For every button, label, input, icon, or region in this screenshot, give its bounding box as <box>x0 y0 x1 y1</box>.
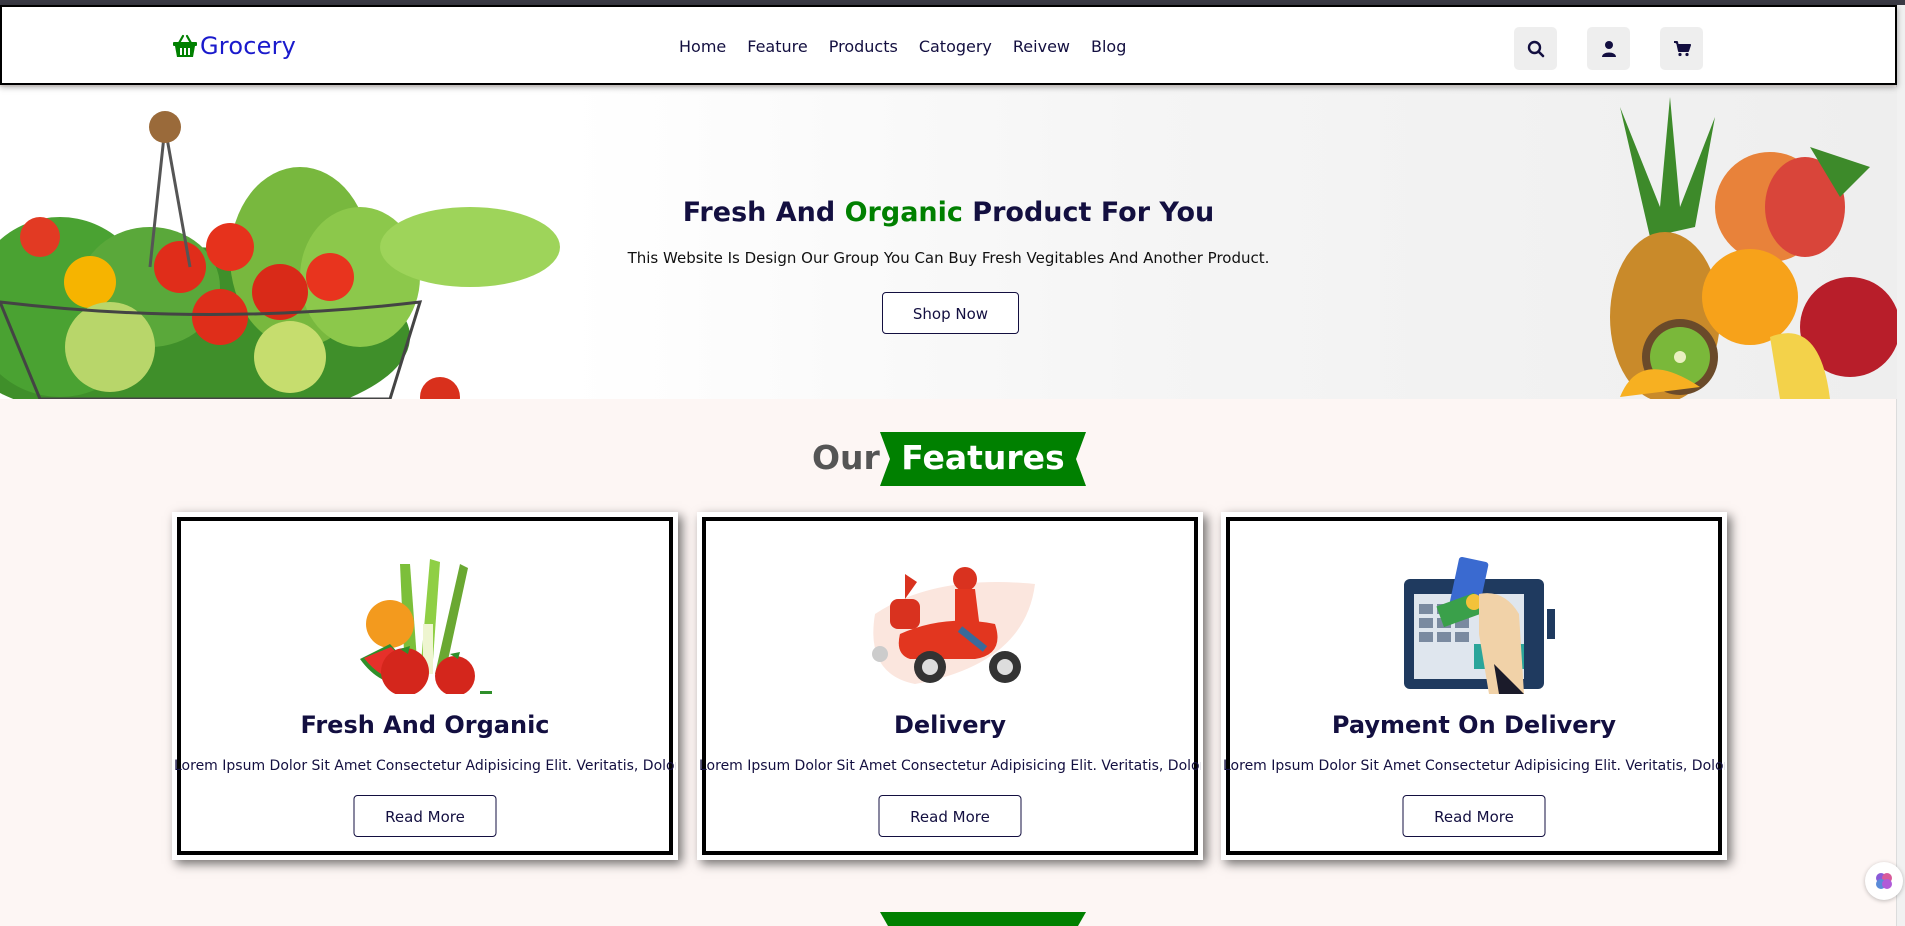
brain-icon <box>1876 873 1892 889</box>
floating-widget-button[interactable] <box>1865 862 1903 900</box>
search-button[interactable] <box>1514 27 1557 70</box>
basket-icon <box>173 34 197 57</box>
card-text: Lorem Ipsum Dolor Sit Amet Consectetur A… <box>174 758 676 774</box>
hero-title-highlight: Organic <box>844 197 963 228</box>
card-text: Lorem Ipsum Dolor Sit Amet Consectetur A… <box>1223 758 1725 774</box>
scrollbar[interactable] <box>1896 5 1905 926</box>
fresh-produce-image <box>360 559 492 694</box>
nav-feature[interactable]: Feature <box>747 37 807 56</box>
feature-card: Payment On Delivery Lorem Ipsum Dolor Si… <box>1221 512 1727 860</box>
site-header: Grocery Home Feature Products Catogery R… <box>0 5 1897 85</box>
nav-category[interactable]: Catogery <box>919 37 992 56</box>
nav-blog[interactable]: Blog <box>1091 37 1126 56</box>
read-more-button[interactable]: Read More <box>353 795 497 837</box>
card-text: Lorem Ipsum Dolor Sit Amet Consectetur A… <box>699 758 1201 774</box>
feature-card: Fresh And Organic Lorem Ipsum Dolor Sit … <box>172 512 678 860</box>
user-icon <box>1601 40 1616 57</box>
nav-products[interactable]: Products <box>829 37 898 56</box>
logo[interactable]: Grocery <box>172 32 296 60</box>
nav-home[interactable]: Home <box>679 37 726 56</box>
cart-button[interactable] <box>1660 27 1703 70</box>
card-title: Payment On Delivery <box>1331 711 1617 739</box>
search-icon <box>1527 40 1544 57</box>
card-title: Delivery <box>893 711 1007 739</box>
features-heading-highlight: Features <box>901 438 1065 477</box>
hero-title-part2: Product For You <box>962 197 1215 228</box>
features-heading-plain: Our <box>812 438 880 477</box>
feature-card: Delivery Lorem Ipsum Dolor Sit Amet Cons… <box>697 512 1203 860</box>
fruit-pile-image <box>1610 97 1897 399</box>
cart-icon <box>1673 40 1691 56</box>
card-title: Fresh And Organic <box>300 711 550 739</box>
main-nav: Home Feature Products Catogery Reivew Bl… <box>679 37 1147 56</box>
card-payment-image <box>1404 556 1555 694</box>
logo-text: Grocery <box>200 32 297 60</box>
features-heading: Our Features <box>0 432 1897 488</box>
header-icons <box>1514 27 1733 70</box>
nav-review[interactable]: Reivew <box>1013 37 1070 56</box>
hero-title-part1: Fresh And <box>682 197 845 228</box>
read-more-button[interactable]: Read More <box>1402 795 1546 837</box>
vegetable-basket-image <box>0 111 560 399</box>
shop-now-button[interactable]: Shop Now <box>882 292 1019 334</box>
read-more-button[interactable]: Read More <box>878 795 1022 837</box>
delivery-scooter-image <box>872 567 1035 684</box>
hero-banner: Fresh And Organic Product For You This W… <box>0 87 1897 399</box>
next-section-ribbon <box>880 912 1086 926</box>
user-button[interactable] <box>1587 27 1630 70</box>
